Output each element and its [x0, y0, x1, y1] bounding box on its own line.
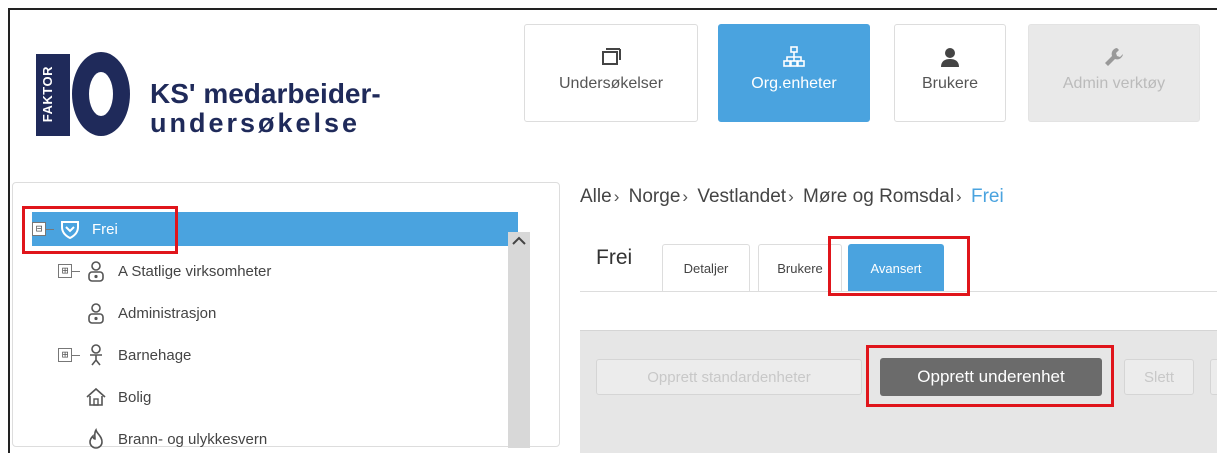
child-icon	[90, 344, 102, 366]
nav-brukere-label: Brukere	[921, 75, 979, 92]
breadcrumb-item[interactable]: Vestlandet	[697, 186, 786, 207]
person-group-icon	[88, 303, 104, 324]
tree-item-label: A Statlige virksomheter	[118, 262, 272, 280]
tree-item-brann-og-ulykkesvern[interactable]: Brann- og ulykkesvern	[58, 422, 558, 453]
wrench-icon	[1105, 48, 1123, 66]
expand-toggle-icon[interactable]: ⊞	[58, 264, 72, 278]
logo-title-line2: undersøkelse	[150, 108, 361, 138]
breadcrumb-item[interactable]: Alle	[580, 186, 612, 207]
nav-admin-verktoy-label: Admin verktøy	[1062, 75, 1166, 92]
tree-item-label: Bolig	[118, 388, 152, 406]
page-title: Frei	[596, 246, 633, 269]
tree-item-label: Brann- og ulykkesvern	[118, 430, 268, 448]
person-group-icon	[88, 261, 104, 282]
tree-item-label: Frei	[92, 220, 118, 238]
logo-title-line1: KS' medarbeider-	[150, 78, 381, 109]
expand-toggle-icon[interactable]: ⊞	[58, 348, 72, 362]
tab-avansert[interactable]: Avansert	[848, 244, 944, 292]
tree-item-label: Administrasjon	[118, 304, 217, 322]
breadcrumb-item[interactable]: Møre og Romsdal	[803, 186, 954, 207]
tree-item-label: Barnehage	[118, 346, 192, 364]
house-icon	[86, 387, 106, 406]
tree-scrollbar[interactable]	[508, 232, 530, 448]
breadcrumb-current: Frei	[971, 186, 1004, 207]
create-subunit-button[interactable]: Opprett underenhet	[880, 358, 1102, 396]
tree-item-administrasjon[interactable]: Administrasjon	[58, 296, 558, 330]
tab-detaljer[interactable]: Detaljer	[662, 244, 750, 292]
more-button[interactable]	[1210, 359, 1217, 395]
nav-org-enheter-button[interactable]: Org.enheter	[718, 24, 870, 122]
nav-admin-verktoy-button[interactable]: Admin verktøy	[1028, 24, 1200, 122]
chevron-up-icon[interactable]	[510, 232, 528, 250]
logo-digit-zero	[72, 52, 130, 136]
logo-badge: FAKTOR	[40, 66, 55, 123]
nav-org-enheter-label: Org.enheter	[751, 75, 837, 92]
nav-brukere-button[interactable]: Brukere	[894, 24, 1006, 122]
tree-item-statlige-virksomheter[interactable]: ⊞ A Statlige virksomheter	[58, 254, 558, 288]
window-stack-icon	[602, 48, 621, 65]
logo: FAKTOR KS' medarbeider- undersøkelse	[36, 48, 381, 140]
nav-undersokelser-label: Undersøkelser	[558, 75, 664, 92]
tree-item-barnehage[interactable]: ⊞ Barnehage	[58, 338, 558, 372]
tree-item-frei[interactable]: ⊟ Frei	[32, 212, 518, 246]
create-standard-units-button[interactable]: Opprett standardenheter	[596, 359, 862, 395]
nav-undersokelser-button[interactable]: Undersøkelser	[524, 24, 698, 122]
breadcrumb-item[interactable]: Norge	[629, 186, 681, 207]
breadcrumb: Alle › Norge › Vestlandet › Møre og Romsdal…	[580, 186, 1004, 207]
fire-icon	[89, 428, 103, 449]
user-icon	[941, 48, 959, 67]
shield-icon	[61, 221, 79, 240]
tree-item-bolig[interactable]: Bolig	[58, 380, 558, 414]
tab-brukere[interactable]: Brukere	[758, 244, 842, 292]
tab-divider	[580, 291, 1217, 292]
delete-button[interactable]: Slett	[1124, 359, 1194, 395]
collapse-toggle-icon[interactable]: ⊟	[32, 222, 46, 236]
org-chart-icon	[783, 46, 805, 67]
